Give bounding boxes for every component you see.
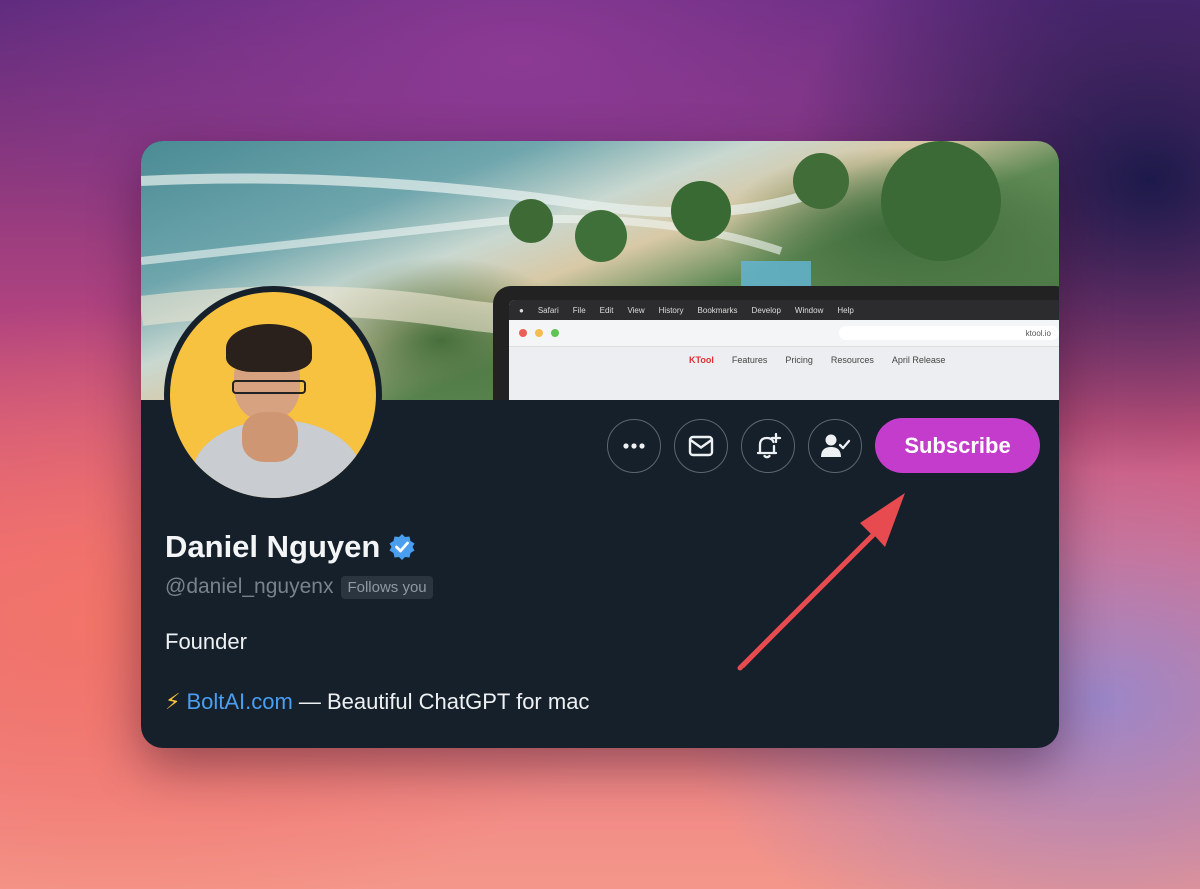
browser-menubar: ● Safari File Edit View History Bookmark… xyxy=(509,300,1059,320)
close-dot-icon xyxy=(519,329,527,337)
following-button[interactable] xyxy=(808,418,862,473)
laptop: ● Safari File Edit View History Bookmark… xyxy=(493,286,1059,400)
apple-icon: ● xyxy=(519,305,524,315)
menu-item: Edit xyxy=(599,305,614,315)
mail-icon xyxy=(688,435,714,456)
follows-you-badge: Follows you xyxy=(341,575,433,599)
url-text: ktool.io xyxy=(1025,328,1051,338)
menu-item: File xyxy=(572,305,586,315)
site-nav: KTool Features Pricing Resources April R… xyxy=(509,347,1059,365)
menu-item: Develop xyxy=(751,305,781,315)
menu-item: Bookmarks xyxy=(697,305,738,315)
menu-item: View xyxy=(627,305,645,315)
profile-info: Daniel Nguyen @daniel_nguyenx Follows yo… xyxy=(165,529,589,715)
bio-text: Founder xyxy=(165,629,247,654)
more-button[interactable] xyxy=(607,418,661,473)
url-bar: ktool.io xyxy=(839,326,1059,340)
ktool-logo: KTool xyxy=(689,355,714,365)
link-description: — Beautiful ChatGPT for mac xyxy=(298,689,590,714)
browser-toolbar: ktool.io xyxy=(509,320,1059,347)
bio-link-row: ⚡ BoltAI.com — Beautiful ChatGPT for mac xyxy=(165,689,589,715)
site-nav-features: Features xyxy=(731,355,768,365)
website-link[interactable]: BoltAI.com xyxy=(186,689,292,715)
zoom-dot-icon xyxy=(551,329,559,337)
site-nav-release: April Release xyxy=(891,355,946,365)
site-nav-resources: Resources xyxy=(830,355,874,365)
menu-item: Safari xyxy=(537,305,559,315)
more-horizontal-icon xyxy=(623,442,645,449)
lightning-icon: ⚡ xyxy=(165,689,181,714)
menu-item: History xyxy=(658,305,684,315)
verified-badge-icon[interactable] xyxy=(388,533,416,561)
menu-item: Help xyxy=(837,305,854,315)
avatar-glasses xyxy=(232,380,306,394)
bell-plus-icon xyxy=(756,432,782,458)
minimize-dot-icon xyxy=(535,329,543,337)
profile-card: ● Safari File Edit View History Bookmark… xyxy=(141,141,1059,748)
name-row: Daniel Nguyen xyxy=(165,529,589,565)
handle: @daniel_nguyenx xyxy=(165,575,334,598)
avatar[interactable] xyxy=(164,286,382,504)
profile-actions: Subscribe xyxy=(607,418,1040,473)
handle-row: @daniel_nguyenx Follows you xyxy=(165,575,589,599)
menu-item: Window xyxy=(794,305,824,315)
display-name: Daniel Nguyen xyxy=(165,529,381,564)
avatar-photo xyxy=(170,292,376,498)
laptop-screen: ● Safari File Edit View History Bookmark… xyxy=(509,300,1059,400)
avatar-hair xyxy=(226,324,312,372)
subscribe-button[interactable]: Subscribe xyxy=(875,418,1040,473)
notify-button[interactable] xyxy=(741,418,795,473)
user-check-icon xyxy=(821,434,851,457)
message-button[interactable] xyxy=(674,418,728,473)
site-nav-pricing: Pricing xyxy=(785,355,813,365)
avatar-hands xyxy=(242,412,298,462)
